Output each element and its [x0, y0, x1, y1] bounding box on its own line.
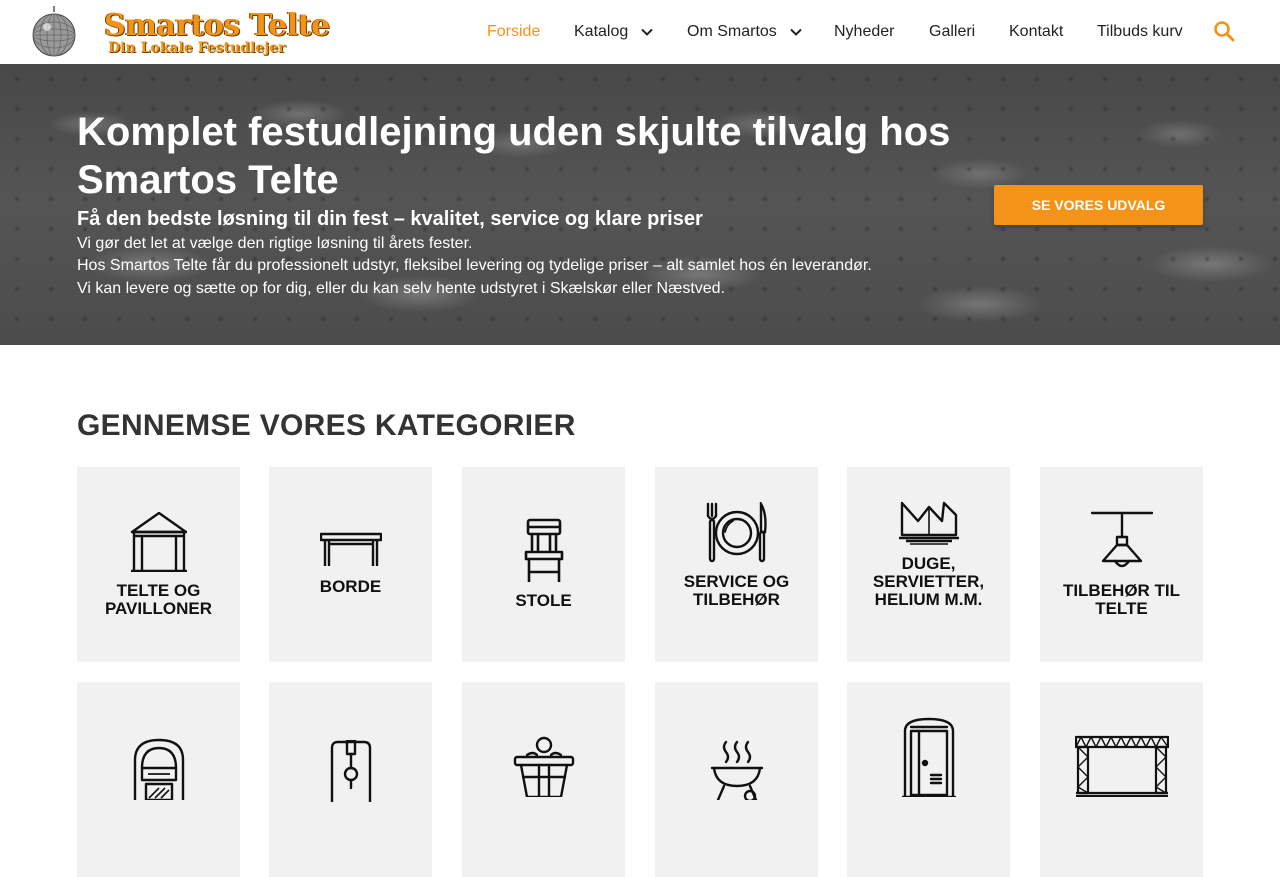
- nav-label: Forside: [487, 23, 541, 40]
- jukebox-icon: [133, 738, 184, 800]
- category-label: BORDE: [319, 577, 382, 596]
- category-label: TILBEHØR TIL TELTE: [1062, 581, 1181, 618]
- category-card-stole[interactable]: STOLE: [462, 467, 625, 662]
- stage-truss-icon: [1074, 735, 1169, 797]
- grill-icon: [710, 740, 763, 800]
- beer-tap-icon: [330, 740, 371, 802]
- category-card-service[interactable]: SERVICE OG TILBEHØR: [655, 467, 818, 662]
- nav-om-smartos[interactable]: Om Smartos: [687, 22, 803, 42]
- logo-tagline: Din Lokale Festudlejer: [108, 40, 286, 56]
- nav-forside[interactable]: Forside: [487, 22, 540, 42]
- portable-toilet-icon: [901, 717, 956, 797]
- chair-icon: [524, 518, 563, 582]
- nav-label: Katalog: [574, 23, 629, 40]
- category-label: TELTE OG PAVILLONER: [104, 581, 213, 618]
- nav-label: Galleri: [929, 23, 976, 40]
- category-card-jukebox[interactable]: [77, 682, 240, 877]
- nav-tilbuds-kurv[interactable]: Tilbuds kurv: [1097, 22, 1183, 42]
- plate-cutlery-icon: [706, 502, 767, 563]
- category-card-telte[interactable]: TELTE OG PAVILLONER: [77, 467, 240, 662]
- nav-galleri[interactable]: Galleri: [929, 22, 975, 42]
- category-card-tilbehoer[interactable]: TILBEHØR TIL TELTE: [1040, 467, 1203, 662]
- hero-text-line: Vi kan levere og sætte op for dig, eller…: [77, 280, 726, 297]
- hero-subtitle: Få den bedste løsning til din fest – kva…: [77, 208, 703, 230]
- nav-kontakt[interactable]: Kontakt: [1009, 22, 1063, 42]
- nav-label: Om Smartos: [687, 23, 777, 40]
- disco-ball-icon: [32, 6, 76, 57]
- hero-text-line: Vi gør det let at vælge den rigtige løsn…: [77, 235, 473, 252]
- logo-title: Smartos Telte: [104, 8, 330, 43]
- category-label: SERVICE OG TILBEHØR: [683, 572, 790, 609]
- hero-text-line: Hos Smartos Telte får du professionelt u…: [77, 257, 872, 274]
- nav-label: Kontakt: [1009, 23, 1064, 40]
- category-card-stage[interactable]: [1040, 682, 1203, 877]
- category-card-borde[interactable]: BORDE: [269, 467, 432, 662]
- nav-label: Tilbuds kurv: [1097, 23, 1183, 40]
- lamp-icon: [1090, 511, 1153, 568]
- see-selection-button[interactable]: SE VORES UDVALG: [994, 185, 1203, 225]
- napkin-icon: [898, 501, 959, 545]
- category-card-ice-bucket[interactable]: [462, 682, 625, 877]
- categories-heading: GENNEMSE VORES KATEGORIER: [77, 409, 576, 442]
- category-card-beer-tap[interactable]: [269, 682, 432, 877]
- site-logo[interactable]: Smartos Telte Din Lokale Festudlejer: [32, 4, 330, 60]
- category-card-duge[interactable]: DUGE, SERVIETTER, HELIUM M.M.: [847, 467, 1010, 662]
- ice-bucket-icon: [513, 736, 574, 797]
- hero-title: Komplet festudlejning uden skjulte tilva…: [77, 110, 951, 202]
- category-card-toilet[interactable]: [847, 682, 1010, 877]
- nav-katalog[interactable]: Katalog: [574, 22, 654, 42]
- chevron-down-icon: [641, 28, 653, 36]
- category-label: STOLE: [515, 591, 572, 610]
- table-icon: [319, 532, 382, 566]
- search-icon[interactable]: [1213, 20, 1235, 42]
- hero-banner: Komplet festudlejning uden skjulte tilva…: [0, 64, 1280, 345]
- category-card-grill[interactable]: [655, 682, 818, 877]
- nav-nyheder[interactable]: Nyheder: [834, 22, 894, 42]
- site-header: Smartos Telte Din Lokale Festudlejer For…: [0, 0, 1280, 64]
- tent-icon: [130, 512, 187, 572]
- category-label: DUGE, SERVIETTER, HELIUM M.M.: [872, 554, 985, 609]
- chevron-down-icon: [790, 28, 802, 36]
- nav-label: Nyheder: [834, 23, 895, 40]
